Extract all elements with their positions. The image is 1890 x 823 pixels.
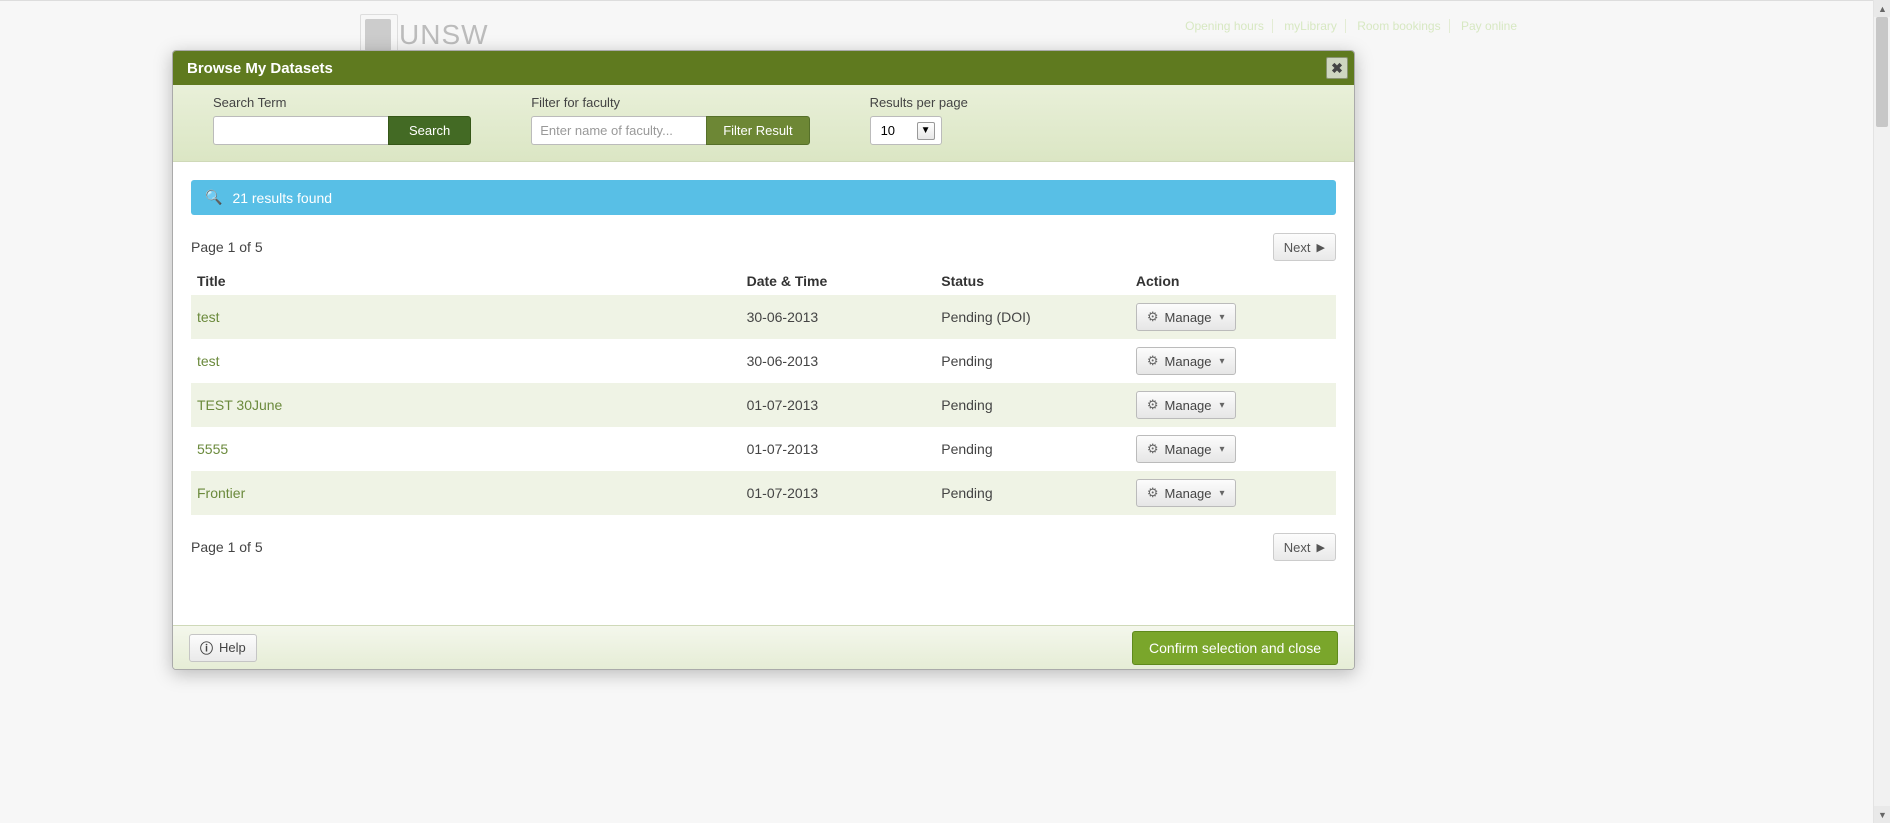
filter-bar: Search Term Search Filter for faculty Fi… bbox=[173, 85, 1354, 162]
results-per-page-select[interactable]: 10 ▼ bbox=[870, 116, 942, 145]
next-page-button[interactable]: Next ▶ bbox=[1273, 533, 1336, 561]
scrollbar-track[interactable] bbox=[1874, 17, 1890, 806]
dataset-title-link[interactable]: test bbox=[197, 309, 220, 325]
col-header-status: Status bbox=[935, 267, 1130, 295]
pagination-bottom: Page 1 of 5 Next ▶ bbox=[191, 533, 1336, 561]
search-input[interactable] bbox=[213, 116, 388, 145]
table-row: test 30-06-2013Pending⚙Manage▾ bbox=[191, 339, 1336, 383]
modal-body: 🔍 21 results found Page 1 of 5 Next ▶ Ti… bbox=[173, 162, 1354, 625]
page-indicator: Page 1 of 5 bbox=[191, 539, 263, 555]
dataset-datetime: 01-07-2013 bbox=[741, 427, 936, 471]
dataset-status: Pending (DOI) bbox=[935, 295, 1130, 339]
brand-logo: UNSW bbox=[365, 19, 489, 51]
datasets-table: Title Date & Time Status Action test 30-0… bbox=[191, 267, 1336, 515]
dataset-status: Pending bbox=[935, 471, 1130, 515]
results-found-text: 21 results found bbox=[232, 190, 332, 206]
table-row: 5555 01-07-2013Pending⚙Manage▾ bbox=[191, 427, 1336, 471]
chevron-right-icon: ▶ bbox=[1317, 241, 1325, 254]
dataset-datetime: 30-06-2013 bbox=[741, 339, 936, 383]
filter-result-button[interactable]: Filter Result bbox=[706, 116, 809, 145]
modal-title: Browse My Datasets bbox=[187, 60, 333, 77]
modal-header: Browse My Datasets ✖ bbox=[173, 51, 1354, 85]
dataset-datetime: 01-07-2013 bbox=[741, 383, 936, 427]
browse-datasets-modal: Browse My Datasets ✖ Search Term Search … bbox=[172, 50, 1355, 670]
next-page-button[interactable]: Next ▶ bbox=[1273, 233, 1336, 261]
dataset-title-link[interactable]: Frontier bbox=[197, 485, 245, 501]
col-header-action: Action bbox=[1130, 267, 1336, 295]
gear-icon: ⚙ bbox=[1147, 309, 1159, 325]
dataset-datetime: 01-07-2013 bbox=[741, 471, 936, 515]
manage-button[interactable]: ⚙Manage▾ bbox=[1136, 391, 1236, 419]
dataset-status: Pending bbox=[935, 339, 1130, 383]
dataset-status: Pending bbox=[935, 427, 1130, 471]
dataset-title-link[interactable]: 5555 bbox=[197, 441, 228, 457]
gear-icon: ⚙ bbox=[1147, 485, 1159, 501]
gear-icon: ⚙ bbox=[1147, 441, 1159, 457]
results-per-page-label: Results per page bbox=[870, 95, 968, 110]
search-icon: 🔍 bbox=[205, 189, 222, 206]
table-row: Frontier 01-07-2013Pending⚙Manage▾ bbox=[191, 471, 1336, 515]
table-row: test 30-06-2013Pending (DOI)⚙Manage▾ bbox=[191, 295, 1336, 339]
crest-icon bbox=[365, 19, 391, 51]
col-header-title: Title bbox=[191, 267, 741, 295]
search-term-group: Search Term Search bbox=[213, 95, 471, 145]
results-per-page-group: Results per page 10 ▼ bbox=[870, 95, 968, 145]
top-link[interactable]: Opening hours bbox=[1177, 19, 1272, 33]
table-row: TEST 30June 01-07-2013Pending⚙Manage▾ bbox=[191, 383, 1336, 427]
dataset-status: Pending bbox=[935, 383, 1130, 427]
dataset-title-link[interactable]: test bbox=[197, 353, 220, 369]
chevron-down-icon: ▾ bbox=[1220, 488, 1225, 499]
chevron-down-icon: ▾ bbox=[1220, 400, 1225, 411]
top-link[interactable]: myLibrary bbox=[1276, 19, 1345, 33]
top-link[interactable]: Pay online bbox=[1453, 19, 1525, 33]
info-icon: ⓘ bbox=[200, 638, 213, 657]
gear-icon: ⚙ bbox=[1147, 397, 1159, 413]
pagination-top: Page 1 of 5 Next ▶ bbox=[191, 233, 1336, 261]
scroll-up-icon[interactable]: ▲ bbox=[1874, 0, 1890, 17]
close-button[interactable]: ✖ bbox=[1326, 57, 1348, 79]
search-button[interactable]: Search bbox=[388, 116, 471, 145]
chevron-down-icon: ▼ bbox=[917, 122, 935, 140]
manage-button[interactable]: ⚙Manage▾ bbox=[1136, 479, 1236, 507]
modal-footer: ⓘ Help Confirm selection and close bbox=[173, 625, 1354, 669]
confirm-selection-button[interactable]: Confirm selection and close bbox=[1132, 631, 1338, 665]
top-links: Opening hours myLibrary Room bookings Pa… bbox=[1177, 19, 1525, 33]
col-header-datetime: Date & Time bbox=[741, 267, 936, 295]
faculty-filter-label: Filter for faculty bbox=[531, 95, 809, 110]
chevron-down-icon: ▾ bbox=[1220, 312, 1225, 323]
search-term-label: Search Term bbox=[213, 95, 471, 110]
help-button[interactable]: ⓘ Help bbox=[189, 634, 257, 662]
scrollbar-thumb[interactable] bbox=[1876, 17, 1888, 127]
chevron-down-icon: ▾ bbox=[1220, 444, 1225, 455]
dataset-datetime: 30-06-2013 bbox=[741, 295, 936, 339]
brand-text: UNSW bbox=[399, 19, 489, 51]
gear-icon: ⚙ bbox=[1147, 353, 1159, 369]
manage-button[interactable]: ⚙Manage▾ bbox=[1136, 303, 1236, 331]
faculty-filter-group: Filter for faculty Filter Result bbox=[531, 95, 809, 145]
manage-button[interactable]: ⚙Manage▾ bbox=[1136, 435, 1236, 463]
page-indicator: Page 1 of 5 bbox=[191, 239, 263, 255]
faculty-input[interactable] bbox=[531, 116, 706, 145]
chevron-down-icon: ▾ bbox=[1220, 356, 1225, 367]
top-link[interactable]: Room bookings bbox=[1349, 19, 1448, 33]
window-scrollbar[interactable]: ▲ ▼ bbox=[1873, 0, 1890, 823]
manage-button[interactable]: ⚙Manage▾ bbox=[1136, 347, 1236, 375]
results-per-page-value: 10 bbox=[881, 123, 895, 138]
chevron-right-icon: ▶ bbox=[1317, 541, 1325, 554]
results-found-banner: 🔍 21 results found bbox=[191, 180, 1336, 215]
dataset-title-link[interactable]: TEST 30June bbox=[197, 397, 282, 413]
close-icon: ✖ bbox=[1331, 60, 1343, 77]
scroll-down-icon[interactable]: ▼ bbox=[1874, 806, 1890, 823]
